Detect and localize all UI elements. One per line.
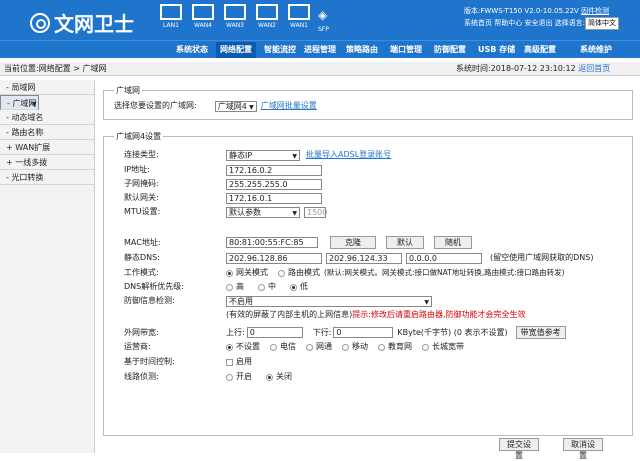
header-links[interactable]: 系统首页 帮助中心 安全退出	[464, 19, 552, 27]
port-wan1-icon[interactable]: WAN1	[288, 4, 310, 34]
defense-select[interactable]: 不启用	[226, 295, 432, 307]
mac-random-button[interactable]: 随机	[434, 236, 472, 249]
dns-prio-mid-radio[interactable]	[258, 283, 265, 291]
nav-maint[interactable]: 系统维护	[580, 44, 612, 55]
mac-default-button[interactable]: 默认	[386, 236, 424, 249]
nav-policy[interactable]: 策略路由	[346, 44, 378, 55]
home-link[interactable]: 返回首页	[578, 64, 610, 73]
isp-none-radio[interactable]	[226, 343, 233, 351]
detect-off-radio[interactable]	[266, 373, 273, 381]
cancel-button[interactable]: 取消设置	[563, 438, 603, 460]
brand-logo: 文网卫士	[30, 8, 134, 37]
dns3-input[interactable]: 0.0.0.0	[406, 252, 482, 264]
mode-gateway-radio[interactable]	[226, 269, 233, 277]
mtu-select[interactable]: 默认参数	[226, 206, 300, 218]
nav-status[interactable]: 系统状态	[176, 44, 208, 55]
wan4-settings-section: 广域网4设置 连接类型:静态IP批量导入ADSL登录账号 IP地址:172.16…	[103, 131, 633, 436]
adsl-import-link[interactable]: 批量导入ADSL登录账号	[306, 149, 391, 161]
wan-batch-link[interactable]: 广域网批量设置	[261, 100, 317, 112]
mac-input[interactable]: 80:81:00:55:FC:85	[226, 237, 318, 248]
isp-telecom-radio[interactable]	[270, 343, 277, 351]
sidebar: - 局域网 - 广域网 - 动态域名 - 路由名称 + WAN扩展 + 一线多拨…	[0, 80, 95, 453]
main-nav: 系统状态 网络配置 智能流控 进程管理 策略路由 端口管理 防御配置 USB 存…	[0, 40, 640, 58]
isp-mobile-radio[interactable]	[342, 343, 349, 351]
dns1-input[interactable]: 202.96.128.86	[226, 252, 322, 264]
isp-gwbn-radio[interactable]	[422, 343, 429, 351]
sidebar-item-lan[interactable]: - 局域网	[0, 80, 94, 95]
sidebar-item-wan[interactable]: - 广域网	[0, 95, 40, 112]
breadcrumb: 当前位置:网络配置 > 广域网 系统时间:2018-07-12 23:10:12…	[0, 62, 640, 76]
nav-advanced[interactable]: 高级配置	[524, 44, 556, 55]
ip-input[interactable]: 172.16.0.2	[226, 164, 322, 176]
main-content: 广域网 选择您要设置的广域网: 广域网4 广域网批量设置 广域网4设置 连接类型…	[97, 80, 640, 460]
upgrade-link[interactable]: 固件检测	[581, 7, 609, 15]
download-input[interactable]: 0	[333, 327, 394, 338]
time-control-checkbox[interactable]	[226, 358, 233, 366]
submit-button[interactable]: 提交设置	[499, 438, 539, 460]
language-select[interactable]: 简体中文	[585, 17, 620, 30]
sfp-label: SFP	[318, 26, 329, 33]
sidebar-item-multidial[interactable]: + 一线多拨	[0, 155, 94, 170]
mode-route-radio[interactable]	[278, 269, 285, 277]
nav-network[interactable]: 网络配置	[216, 42, 256, 58]
sfp-icon[interactable]: ◈	[318, 8, 334, 24]
wan-select[interactable]: 广域网4	[214, 100, 257, 112]
mac-clone-button[interactable]: 克隆	[330, 236, 376, 249]
port-lan1-icon[interactable]: LAN1	[160, 4, 182, 34]
port-wan4-icon[interactable]: WAN4	[192, 4, 214, 34]
isp-edu-radio[interactable]	[378, 343, 385, 351]
nav-process[interactable]: 进程管理	[304, 44, 336, 55]
header-info: 版本:FWWS-T150 V2.0-10.05.22V 固件检测 系统首页 帮助…	[464, 6, 620, 30]
bandwidth-ref-button[interactable]: 带宽值参考	[515, 326, 566, 339]
upload-input[interactable]: 0	[246, 327, 303, 338]
port-wan2-icon[interactable]: WAN2	[256, 4, 278, 34]
detect-on-radio[interactable]	[226, 373, 233, 381]
sidebar-item-optical[interactable]: - 光口转换	[0, 170, 94, 185]
port-wan3-icon[interactable]: WAN3	[224, 4, 246, 34]
wan-select-section: 广域网 选择您要设置的广域网: 广域网4 广域网批量设置	[103, 85, 633, 120]
dns-prio-high-radio[interactable]	[226, 283, 233, 291]
sidebar-item-routename[interactable]: - 路由名称	[0, 125, 94, 140]
sidebar-item-wanext[interactable]: + WAN扩展	[0, 140, 94, 155]
nav-port[interactable]: 端口管理	[390, 44, 422, 55]
header-bar: 文网卫士 LAN1 WAN4 WAN3 WAN2 WAN1 ◈ SFP 版本:F…	[0, 0, 640, 40]
gateway-input[interactable]: 172.16.0.1	[226, 192, 322, 204]
mask-input[interactable]: 255.255.255.0	[226, 178, 322, 190]
dns-prio-low-radio[interactable]	[290, 283, 297, 291]
mtu-input[interactable]: 1500	[304, 206, 327, 218]
nav-defense[interactable]: 防御配置	[434, 44, 466, 55]
sidebar-item-ddns[interactable]: - 动态域名	[0, 110, 94, 125]
nav-flow[interactable]: 智能流控	[264, 44, 296, 55]
isp-netcom-radio[interactable]	[306, 343, 313, 351]
logo-icon	[30, 12, 50, 33]
nav-usb[interactable]: USB 存储	[478, 44, 515, 55]
dns2-input[interactable]: 202.96.124.33	[326, 252, 402, 264]
conn-type-select[interactable]: 静态IP	[226, 149, 300, 161]
